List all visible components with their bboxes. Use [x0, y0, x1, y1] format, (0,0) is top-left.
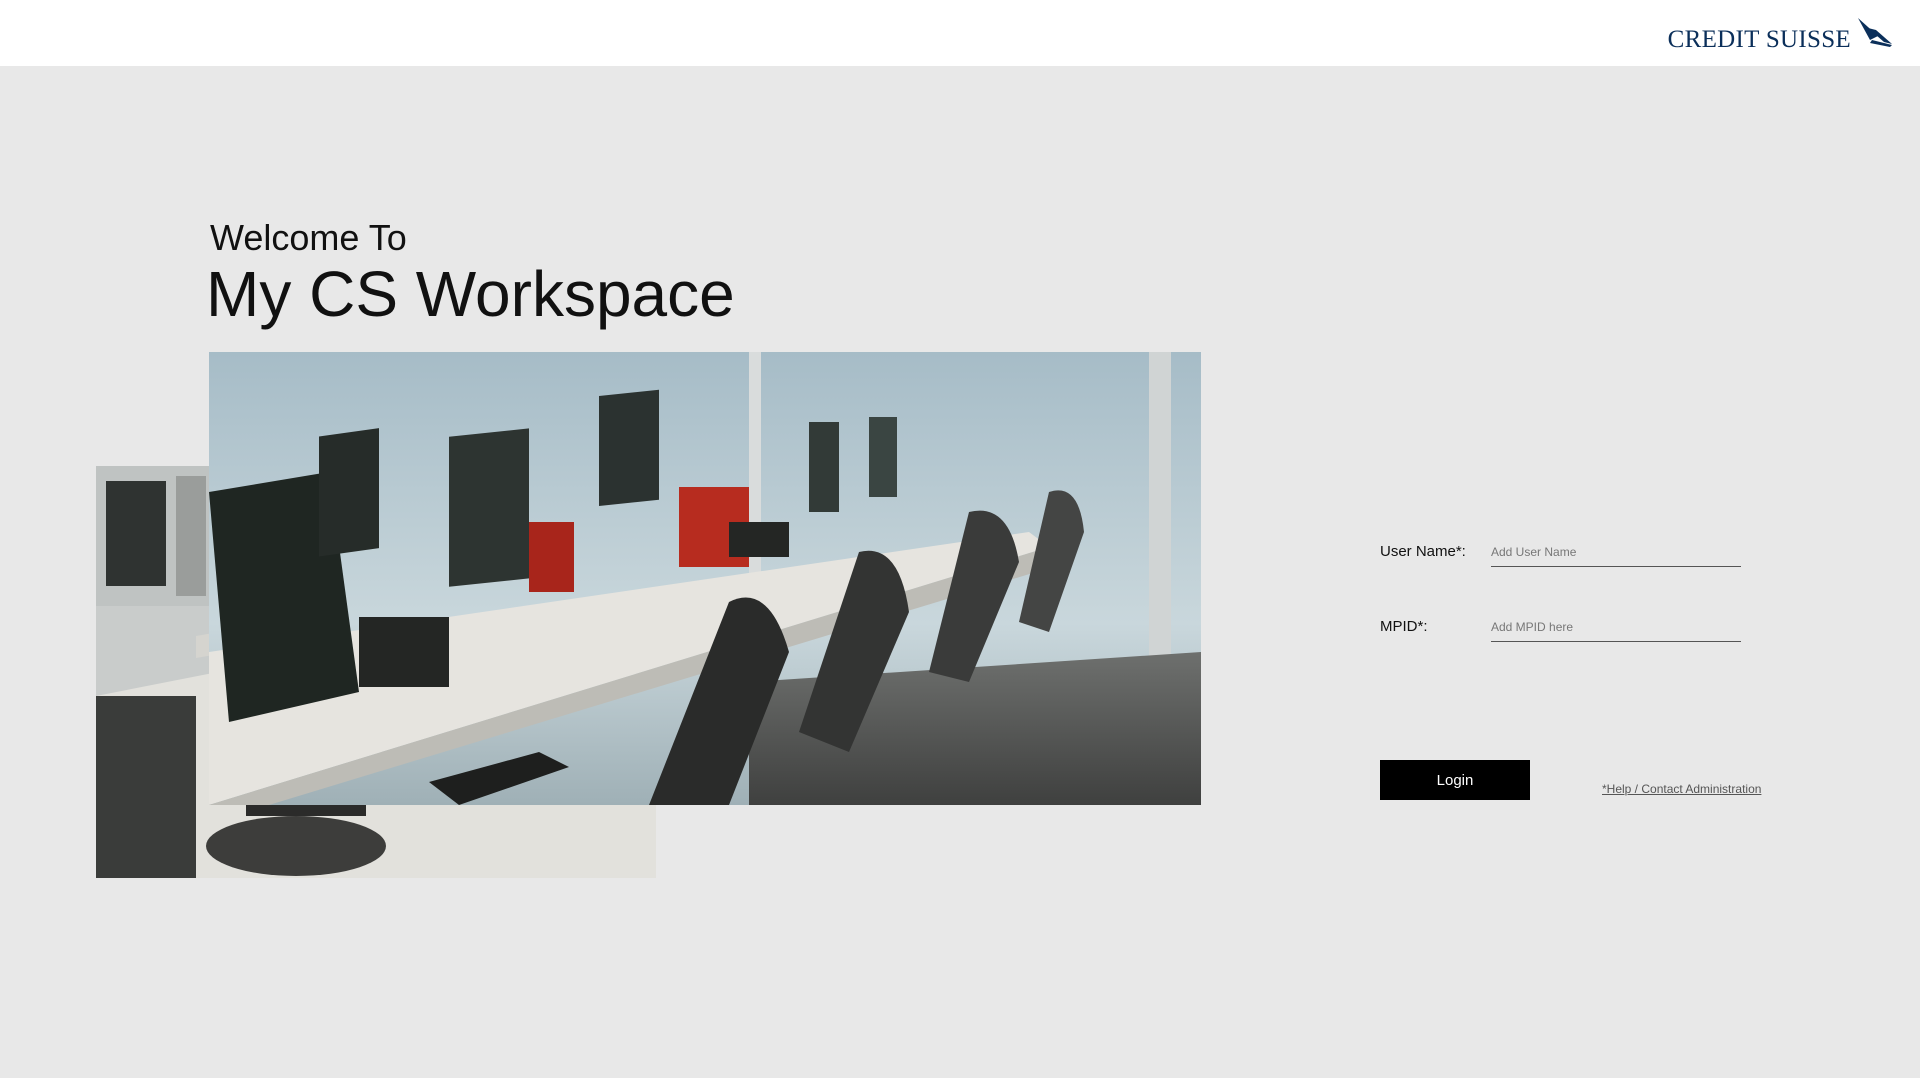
office-photo: [209, 352, 1201, 805]
mpid-input[interactable]: [1491, 615, 1741, 642]
sail-icon: [1854, 18, 1894, 53]
page-title: My CS Workspace: [206, 258, 735, 330]
mpid-label: MPID*:: [1380, 618, 1428, 635]
logo-text: CREDIT SUISSE: [1667, 26, 1851, 53]
login-button[interactable]: Login: [1380, 760, 1530, 800]
top-bar: CREDIT SUISSE: [0, 0, 1920, 66]
username-input[interactable]: [1491, 540, 1741, 567]
help-contact-link[interactable]: *Help / Contact Administration: [1602, 782, 1761, 796]
username-label: User Name*:: [1380, 543, 1466, 560]
welcome-text: Welcome To: [210, 217, 407, 258]
credit-suisse-logo[interactable]: CREDIT SUISSE: [1668, 18, 1894, 53]
